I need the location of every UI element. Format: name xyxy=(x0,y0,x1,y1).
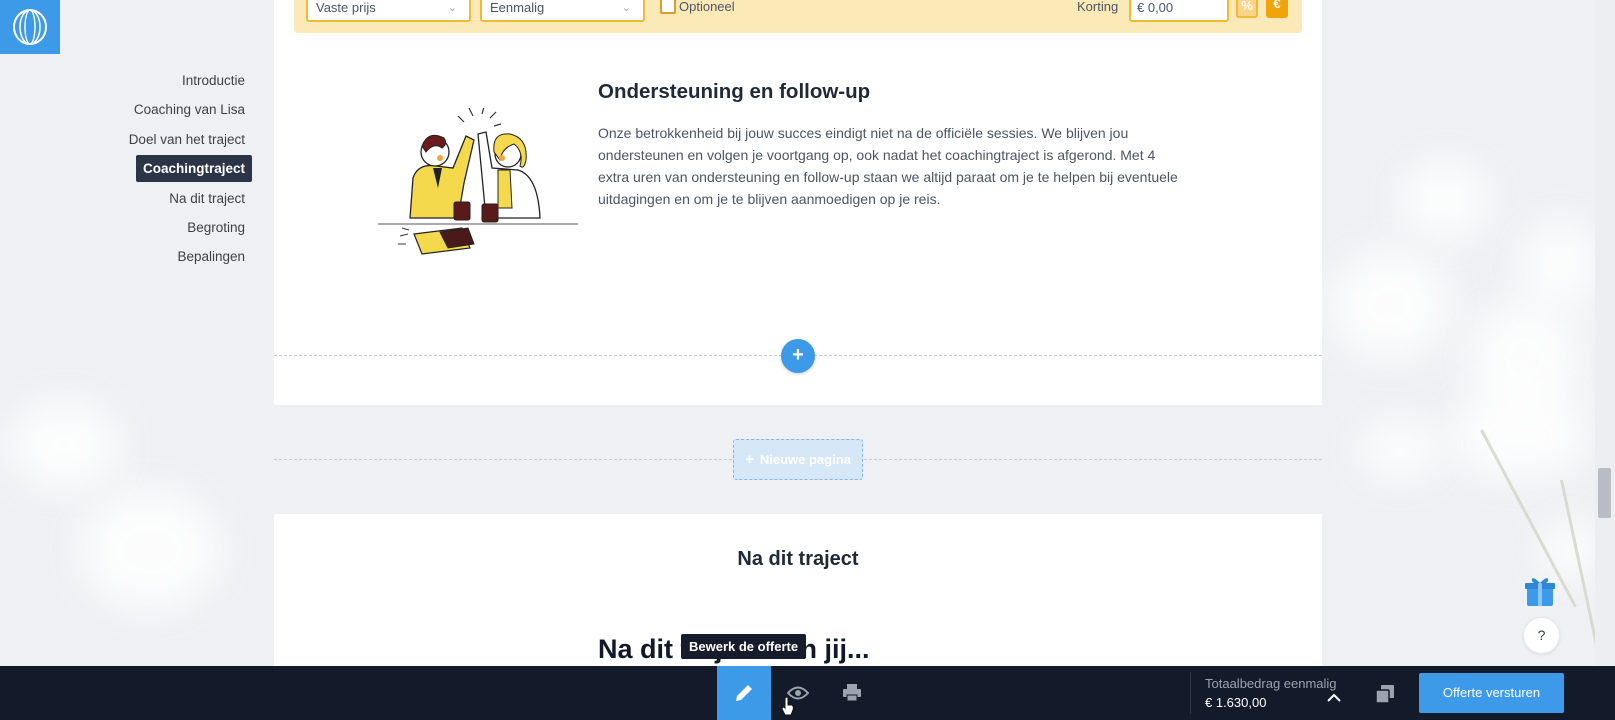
nav-item-begroting[interactable]: Begroting xyxy=(0,213,252,242)
page-title: Na dit traject xyxy=(737,548,859,570)
frequency-value: Eenmalig xyxy=(490,0,545,15)
edit-tooltip: Bewerk de offerte xyxy=(681,634,807,659)
nav-item-na-dit-traject[interactable]: Na dit traject xyxy=(0,184,252,213)
new-page-button[interactable]: + Nieuwe pagina xyxy=(733,439,863,480)
print-button[interactable] xyxy=(825,666,879,720)
frequency-select[interactable]: Eenmalig ⌄ xyxy=(480,0,645,22)
nav-item-coachingtraject[interactable]: Coachingtraject xyxy=(135,155,252,183)
discount-label: Korting xyxy=(1077,0,1119,14)
cursor-icon xyxy=(781,696,794,716)
optional-checkbox[interactable] xyxy=(660,0,676,14)
total-label: Totaalbedrag eenmalig xyxy=(1205,676,1337,691)
toolbar-separator xyxy=(1190,672,1191,714)
add-block-button[interactable]: + xyxy=(781,339,815,373)
chevron-down-icon: ⌄ xyxy=(621,2,631,14)
discount-input[interactable]: € 0,00 xyxy=(1129,0,1229,22)
edit-button[interactable] xyxy=(717,666,771,720)
side-navigation: Introductie Coaching van Lisa Doel van h… xyxy=(0,66,252,272)
pencil-icon xyxy=(736,685,752,701)
send-quote-button[interactable]: Offerte versturen xyxy=(1419,673,1564,713)
discount-percent-button[interactable]: % xyxy=(1236,0,1258,18)
nav-item-doel-van-het-traject[interactable]: Doel van het traject xyxy=(0,125,252,154)
nav-item-bepalingen[interactable]: Bepalingen xyxy=(0,242,252,271)
bottom-toolbar xyxy=(0,666,1615,720)
high-five-illustration xyxy=(378,108,578,255)
total-value: € 1.630,00 xyxy=(1205,695,1267,710)
price-type-select[interactable]: Vaste prijs ⌄ xyxy=(306,0,471,22)
nav-item-introductie[interactable]: Introductie xyxy=(0,66,252,95)
optional-label: Optioneel xyxy=(679,0,735,14)
discount-euro-button[interactable]: € xyxy=(1266,0,1288,18)
copy-icon[interactable] xyxy=(1374,683,1396,705)
printer-icon xyxy=(843,684,861,702)
scrollbar-thumb[interactable] xyxy=(1598,468,1611,518)
plus-icon: + xyxy=(745,451,754,468)
chevron-up-icon[interactable] xyxy=(1326,693,1342,703)
gift-icon[interactable] xyxy=(1523,574,1557,608)
scrollbar[interactable] xyxy=(1595,0,1615,666)
section-body: Onze betrokkenheid bij jouw succes eindi… xyxy=(598,125,1178,207)
nav-item-coaching-van-lisa[interactable]: Coaching van Lisa xyxy=(0,95,252,124)
section-title: Ondersteuning en follow-up xyxy=(598,80,871,103)
help-button[interactable]: ? xyxy=(1523,617,1560,654)
chevron-down-icon: ⌄ xyxy=(447,2,457,14)
preview-button[interactable] xyxy=(771,666,825,720)
price-options-bar: Vaste prijs ⌄ Eenmalig ⌄ Optioneel Korti… xyxy=(294,0,1302,33)
logo-icon[interactable] xyxy=(0,0,60,54)
new-page-label: Nieuwe pagina xyxy=(759,452,851,467)
price-type-value: Vaste prijs xyxy=(316,0,376,15)
